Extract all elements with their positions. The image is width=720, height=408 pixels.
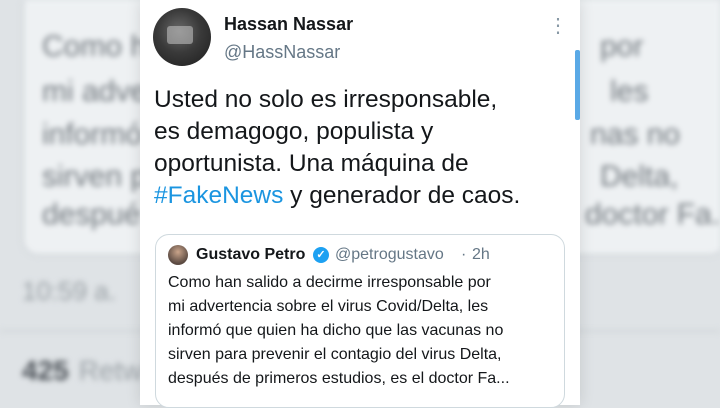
quoted-tweet[interactable]: Gustavo Petro ✓ @petrogustavo · 2h Como … <box>155 234 565 408</box>
background-text-line: mi adve <box>42 75 148 108</box>
quoted-text-line: informó que quien ha dicho que las vacun… <box>168 322 504 339</box>
more-vertical-icon[interactable]: ⋮ <box>548 14 568 38</box>
avatar[interactable] <box>153 8 211 66</box>
background-timestamp: 10:59 a. <box>22 276 116 306</box>
tweet-card: Hassan Nassar @HassNassar ⋮ Usted no sol… <box>140 0 580 408</box>
verified-badge-icon: ✓ <box>313 247 329 263</box>
background-text-line-right: doctor Fa... <box>585 198 720 231</box>
quoted-author-name: Gustavo Petro <box>196 246 306 263</box>
tweet-text-tail: y generador de caos. <box>283 182 521 209</box>
hashtag-link[interactable]: #FakeNews <box>154 182 283 209</box>
quoted-timestamp: 2h <box>472 246 490 263</box>
tweet-text-line: oportunista. Una máquina de <box>154 150 469 177</box>
background-text-line-right: por <box>600 30 644 63</box>
background-text-line-right: nas no <box>590 118 681 151</box>
background-text-line: despué <box>42 198 141 231</box>
tweet-text-line: Usted no solo es irresponsable, <box>154 86 498 113</box>
tweet-text-line-last: #FakeNews y generador de caos. <box>154 180 574 212</box>
background-text-line: sirven p <box>42 160 148 193</box>
author-handle[interactable]: @HassNassar <box>224 42 340 63</box>
quoted-text: Como han salido a decirme irresponsable … <box>168 271 560 391</box>
tweet-text: Usted no solo es irresponsable, es demag… <box>154 84 574 212</box>
quoted-text-line: sirven para prevenir el contagio del vir… <box>168 346 502 363</box>
quoted-text-line: después de primeros estudios, es el doct… <box>168 370 510 387</box>
quoted-avatar <box>168 245 188 265</box>
retweet-count-value: 425 <box>22 355 69 386</box>
quoted-separator: · <box>461 246 467 263</box>
quoted-text-line: Como han salido a decirme irresponsable … <box>168 274 491 291</box>
author-name[interactable]: Hassan Nassar <box>224 14 353 35</box>
background-text-line-right: les <box>610 75 649 108</box>
scrollbar[interactable] <box>575 50 580 120</box>
background-retweet-count: 425 Retw <box>22 355 143 387</box>
tweet-text-line: es demagogo, populista y <box>154 118 434 145</box>
background-text-line: Como h <box>42 30 148 63</box>
background-text-line-right: Delta, <box>600 160 679 193</box>
background-text-line: informó <box>42 118 143 151</box>
retweet-count-label: Retw <box>78 355 143 386</box>
quoted-author-handle: @petrogustavo <box>335 246 444 263</box>
quoted-text-line: mi advertencia sobre el virus Covid/Delt… <box>168 298 489 315</box>
